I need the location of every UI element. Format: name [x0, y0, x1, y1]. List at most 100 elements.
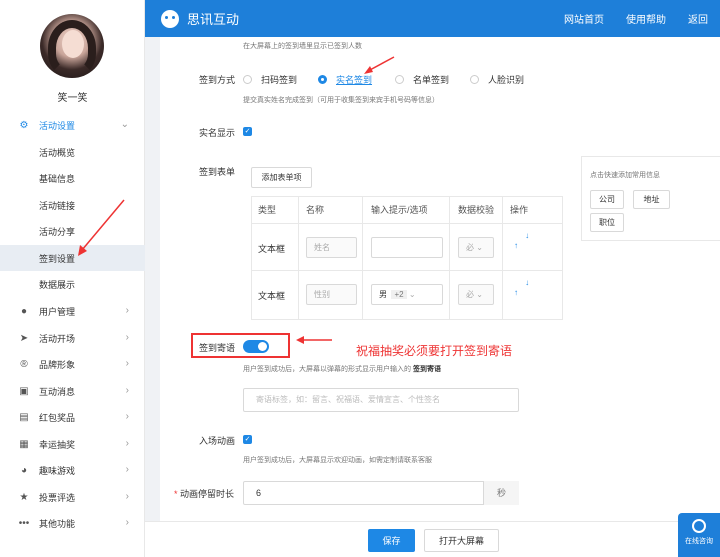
- message-tag-input[interactable]: 寄语标签，如：留言、祝福语、爱情宣言、个性签名: [243, 388, 519, 412]
- sub-item-label: 基础信息: [39, 173, 76, 184]
- radio-dot: [470, 75, 479, 84]
- row-check-value: 必: [466, 290, 474, 299]
- menu-group-label: 活动设置: [39, 121, 76, 131]
- sub-item-data-display[interactable]: 数据展示: [0, 271, 145, 297]
- chevron-right-icon: ›: [125, 385, 129, 396]
- menu-group-prizes[interactable]: ▤ 红包奖品 ›: [0, 405, 145, 430]
- quick-add-address-button[interactable]: 地址: [633, 190, 670, 209]
- registered-icon: ®: [20, 359, 28, 370]
- duration-label: * 动画停留时长: [174, 487, 234, 500]
- method-hint: 提交真实姓名完成签到（可用于收集签到来宾手机号码等信息）: [243, 97, 439, 104]
- username: 笑一笑: [57, 93, 88, 104]
- open-big-screen-button[interactable]: 打开大屏幕: [424, 529, 499, 552]
- lottery-icon: ▦: [19, 439, 29, 450]
- table-divider: [362, 197, 363, 319]
- menu-group-label: 幸运抽奖: [39, 440, 76, 450]
- radio-scan[interactable]: 扫码签到: [243, 73, 297, 86]
- nav-home-link[interactable]: 网站首页: [564, 11, 604, 26]
- radio-label: 扫码签到: [261, 75, 298, 85]
- brand-name: 思讯互动: [187, 12, 240, 27]
- quick-add-position-button[interactable]: 职位: [590, 213, 624, 232]
- realname-checkbox[interactable]: ✓: [243, 127, 252, 136]
- annotation-arrow: [78, 199, 125, 256]
- message-icon: ▣: [19, 386, 29, 397]
- row-type: 文本框: [258, 244, 286, 254]
- send-icon: ➤: [19, 333, 29, 344]
- chevron-right-icon: ›: [125, 491, 129, 502]
- sub-item-label: 签到设置: [39, 253, 76, 264]
- chevron-right-icon: ›: [125, 305, 129, 316]
- add-form-item-button[interactable]: 添加表单项: [251, 167, 312, 188]
- game-icon: ◕: [20, 465, 28, 476]
- menu-group-activity-settings[interactable]: ⚙ 活动设置 ⌄: [0, 113, 145, 138]
- menu-group-other[interactable]: ••• 其他功能 ›: [0, 511, 145, 536]
- arrow-down-icon: ↓: [514, 278, 530, 287]
- chevron-down-icon: ⌄: [120, 119, 129, 130]
- duration-unit: 秒: [483, 481, 519, 505]
- row-name-input[interactable]: 姓名: [306, 237, 357, 258]
- menu-group-label: 红包奖品: [39, 413, 76, 423]
- table-header: 操作: [510, 205, 529, 215]
- message-toggle[interactable]: [243, 340, 269, 353]
- annotation-note: 祝福抽奖必须要打开签到寄语: [356, 344, 513, 358]
- radio-face[interactable]: 人脸识别: [470, 73, 524, 86]
- menu-group-lottery[interactable]: ▦ 幸运抽奖 ›: [0, 432, 145, 457]
- row-check-value: 必: [466, 243, 474, 252]
- option-chip: 男: [379, 290, 387, 299]
- more-icon: •••: [18, 518, 30, 529]
- sub-item-basic-info[interactable]: 基础信息: [0, 165, 145, 191]
- table-divider: [298, 197, 299, 319]
- quick-add-company-button[interactable]: 公司: [590, 190, 624, 209]
- table-header: 数据校验: [458, 205, 495, 215]
- menu-group-users[interactable]: ● 用户管理 ›: [0, 299, 145, 324]
- quick-add-panel: 点击快速添加常用信息 公司 地址 职位: [581, 156, 720, 241]
- sub-item-label: 活动概览: [39, 147, 76, 158]
- row-options-select[interactable]: 男 +2 ⌄: [371, 284, 443, 305]
- annotation-arrow: [364, 56, 395, 74]
- signin-settings-panel: 在大屏幕上的签到墙里显示已签到人数 签到方式 扫码签到 实名签到 名单签到 人脸…: [160, 37, 720, 521]
- row-check-select[interactable]: 必 ⌄: [458, 284, 494, 305]
- menu-group-label: 用户管理: [39, 307, 76, 317]
- row-check-select[interactable]: 必 ⌄: [458, 237, 494, 258]
- header-nav: 网站首页 使用帮助 返回: [564, 0, 708, 37]
- duration-input[interactable]: 6: [243, 481, 519, 505]
- avatar[interactable]: [40, 14, 104, 78]
- sidebar: 笑一笑 ⚙ 活动设置 ⌄ 活动概览 基础信息 活动链接 活动分享 签到设置 数据…: [0, 0, 145, 557]
- nav-back-link[interactable]: 返回: [688, 11, 708, 26]
- table-divider: [449, 197, 450, 319]
- menu-group-games[interactable]: ◕ 趣味游戏 ›: [0, 458, 145, 483]
- row-move-arrows[interactable]: ↓ ↑: [514, 278, 529, 298]
- menu-group-voting[interactable]: ★ 投票评选 ›: [0, 485, 145, 510]
- action-bar: 保存 打开大屏幕: [145, 521, 720, 557]
- radio-dot: [318, 75, 327, 84]
- row-hint-input[interactable]: [371, 237, 443, 258]
- table-header: 类型: [258, 205, 277, 215]
- consult-label: 在线咨询: [685, 538, 713, 545]
- signin-method-label: 签到方式: [199, 75, 236, 85]
- row-move-arrows[interactable]: ↓ ↑: [514, 231, 529, 251]
- top-header: 思讯互动 网站首页 使用帮助 返回: [145, 0, 720, 37]
- entry-anim-label: 入场动画: [199, 436, 236, 446]
- menu-group-messages[interactable]: ▣ 互动消息 ›: [0, 379, 145, 404]
- entry-anim-checkbox[interactable]: ✓: [243, 435, 252, 444]
- radio-list[interactable]: 名单签到: [395, 73, 449, 86]
- row-type: 文本框: [258, 291, 286, 301]
- save-button[interactable]: 保存: [368, 529, 415, 552]
- online-consult-button[interactable]: 在线咨询: [678, 513, 720, 557]
- nav-help-link[interactable]: 使用帮助: [626, 11, 666, 26]
- row-name-input[interactable]: 性别: [306, 284, 357, 305]
- sub-item-overview[interactable]: 活动概览: [0, 139, 145, 165]
- quick-add-title: 点击快速添加常用信息: [590, 172, 660, 179]
- sub-item-label: 数据展示: [39, 279, 76, 290]
- table-divider: [502, 197, 503, 319]
- menu-group-opening[interactable]: ➤ 活动开场 ›: [0, 326, 145, 351]
- menu-group-label: 互动消息: [39, 387, 76, 397]
- gift-icon: ▤: [19, 412, 29, 423]
- entry-anim-hint: 用户签到成功后，大屏幕显示欢迎动画，如需定制请联系客服: [243, 457, 432, 464]
- chevron-down-icon: ⌄: [476, 243, 483, 252]
- duration-label-text: 动画停留时长: [180, 489, 235, 499]
- menu-group-brand[interactable]: ® 品牌形象 ›: [0, 352, 145, 377]
- menu-group-label: 其他功能: [39, 519, 76, 529]
- star-icon: ★: [19, 492, 29, 503]
- gear-icon: ⚙: [19, 120, 29, 131]
